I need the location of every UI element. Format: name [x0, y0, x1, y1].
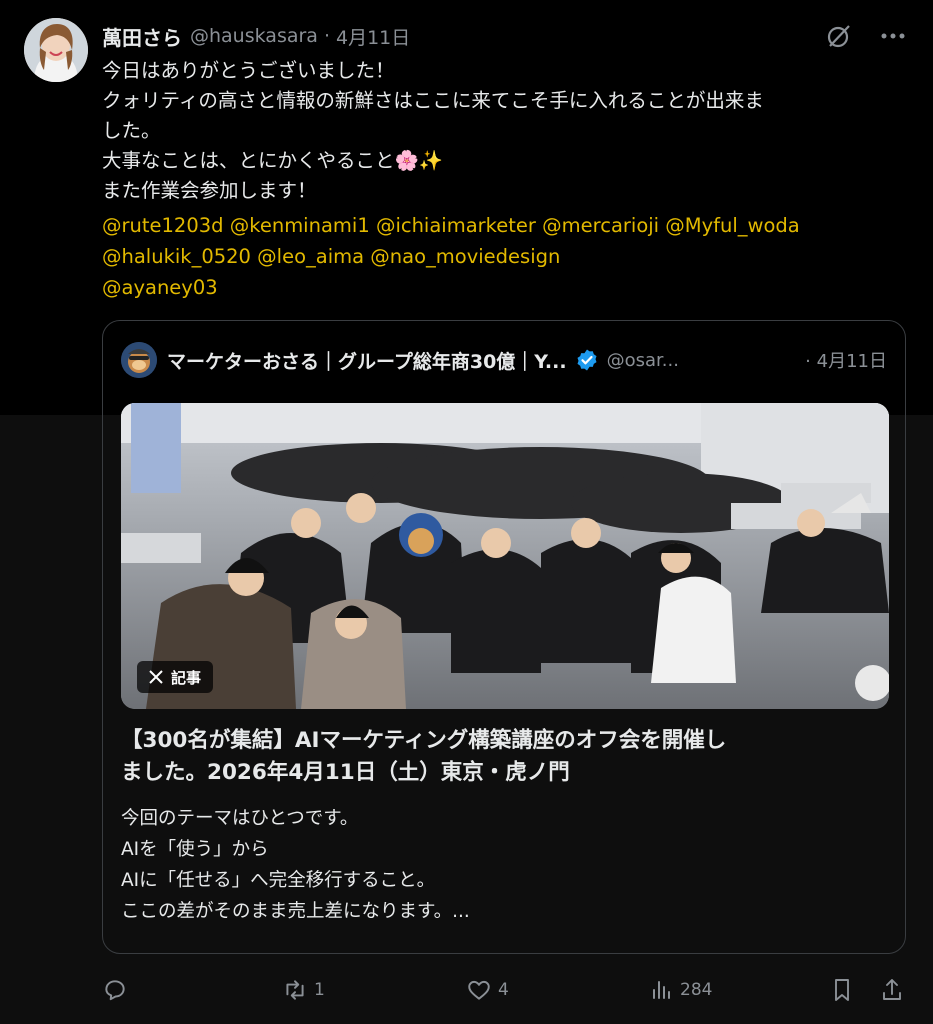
post-line: クォリティの高さと情報の新鮮さはここに来てこそ手に入れることが出来ま	[102, 89, 764, 112]
article-cover-photo[interactable]: 記事	[121, 403, 889, 709]
mention-link[interactable]: @halukik_0520	[102, 245, 251, 268]
mentions: @rute1203d @kenminami1 @ichiaimarketer @…	[102, 210, 902, 303]
mention-line: @rute1203d @kenminami1 @ichiaimarketer @…	[102, 210, 902, 241]
like-count: 4	[498, 980, 509, 1000]
post-text: 今日はありがとうございました！ クォリティの高さと情報の新鮮さはここに来てこそ手…	[102, 56, 902, 206]
avatar[interactable]	[24, 18, 88, 82]
mention-line: @halukik_0520 @leo_aima @nao_moviedesign	[102, 241, 902, 272]
views-icon	[653, 981, 670, 999]
article-badge: 記事	[137, 661, 214, 693]
bookmark-icon	[835, 979, 849, 1001]
article-excerpt-line: ここの差がそのまま売上差になります。...	[121, 901, 470, 922]
like-icon	[468, 980, 490, 1000]
mention-line: @ayaney03	[102, 272, 902, 303]
bookmark-button[interactable]	[830, 972, 854, 1008]
mention-link[interactable]: @leo_aima	[257, 245, 364, 268]
article-excerpt: 今回のテーマはひとつです。 AIを「使う」から AIに「任せる」へ完全移行するこ…	[121, 803, 881, 927]
article-title[interactable]: 【300名が集結】AIマーケティング構築講座のオフ会を開催し ました。2026年…	[121, 725, 881, 789]
mention-link[interactable]: @mercarioji	[542, 214, 659, 237]
quoted-date-text[interactable]: 4月11日	[817, 351, 887, 372]
quoted-post-header: マーケターおさる｜グループ総年商30億｜Y... @osar...	[121, 341, 679, 379]
repost-icon	[286, 980, 304, 1000]
article-title-line: ました。2026年4月11日（土）東京・虎ノ門	[121, 760, 570, 785]
quoted-author-handle[interactable]: @osar...	[607, 350, 679, 371]
post-line: した。	[102, 119, 161, 142]
quoted-post-date: · 4月11日	[805, 347, 887, 373]
author-handle[interactable]: @hauskasara	[190, 25, 318, 47]
quoted-author-avatar[interactable]	[121, 342, 157, 378]
separator-dot: ·	[805, 351, 811, 372]
post-date[interactable]: 4月11日	[336, 23, 410, 50]
post-line: 今日はありがとうございました！	[102, 59, 395, 82]
mention-link[interactable]: @rute1203d	[102, 214, 224, 237]
post-line: また作業会参加します！	[102, 179, 317, 202]
mention-link[interactable]: @kenminami1	[230, 214, 370, 237]
author-display-name[interactable]: 萬田さら	[102, 22, 182, 51]
article-title-line: 【300名が集結】AIマーケティング構築講座のオフ会を開催し	[121, 728, 727, 753]
mention-link[interactable]: @ichiaimarketer	[376, 214, 536, 237]
post-line: 大事なことは、とにかくやること🌸✨	[102, 149, 444, 172]
separator-dot: ·	[323, 25, 330, 47]
tweet: 萬田さら @hauskasara · 4月11日 今日はありがとうございました！…	[0, 0, 933, 1024]
repost-count: 1	[314, 980, 325, 1000]
x-logo-icon	[149, 670, 163, 684]
tweet-header: 萬田さら @hauskasara · 4月11日	[102, 22, 410, 50]
share-icon	[883, 979, 901, 1000]
reply-button[interactable]	[102, 972, 134, 1008]
views-button[interactable]: 284	[650, 972, 712, 1008]
article-badge-label: 記事	[171, 668, 202, 687]
header-actions	[823, 20, 909, 52]
article-excerpt-line: AIに「任せる」へ完全移行すること。	[121, 870, 436, 891]
mention-link[interactable]: @Myful_woda	[665, 214, 799, 237]
article-excerpt-line: 今回のテーマはひとつです。	[121, 808, 359, 829]
mention-link[interactable]: @ayaney03	[102, 276, 218, 299]
verified-badge-icon	[577, 349, 597, 371]
reply-icon	[105, 980, 125, 1001]
quoted-author-name[interactable]: マーケターおさる｜グループ総年商30億｜Y...	[167, 347, 567, 374]
share-button[interactable]	[880, 972, 904, 1008]
mention-link[interactable]: @nao_moviedesign	[370, 245, 560, 268]
views-count: 284	[680, 980, 713, 1000]
article-excerpt-line: AIを「使う」から	[121, 839, 269, 860]
more-icon[interactable]	[877, 20, 909, 52]
repost-button[interactable]: 1	[282, 972, 325, 1008]
like-button[interactable]: 4	[466, 972, 509, 1008]
grok-icon[interactable]	[823, 20, 855, 52]
action-bar: 1 4 284	[100, 972, 912, 1008]
quoted-post-card[interactable]: マーケターおさる｜グループ総年商30億｜Y... @osar... · 4月11…	[102, 320, 906, 954]
